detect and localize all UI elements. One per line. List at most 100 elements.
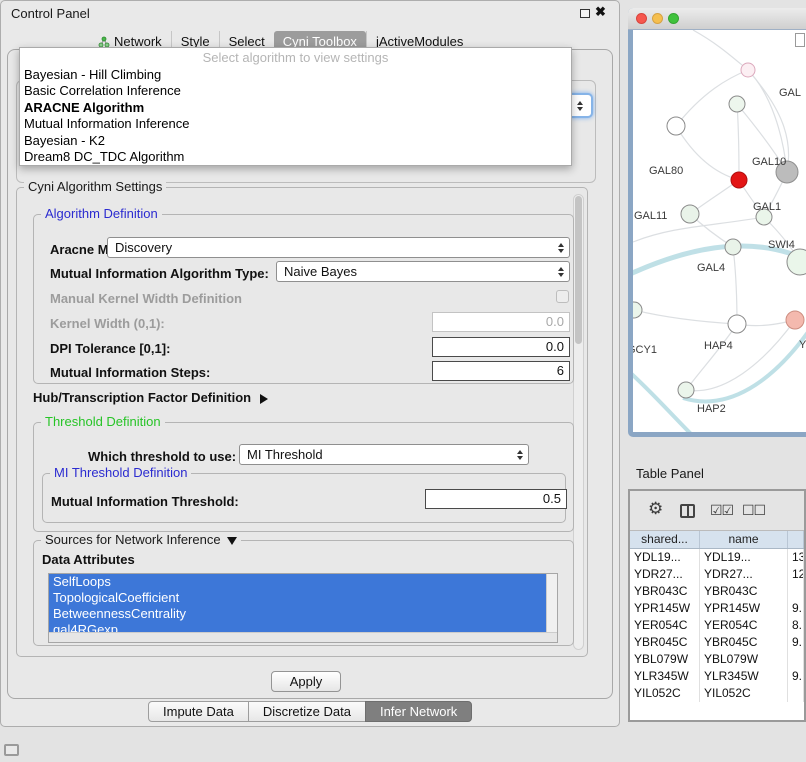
collapse-down-icon (227, 537, 237, 545)
column-header-name[interactable]: name (700, 531, 788, 548)
table-row[interactable]: YLR345W YLR345W 9. (630, 668, 804, 685)
sources-toggle[interactable]: Sources for Network Inference (41, 532, 241, 547)
attribute-item-topologicalcoefficient[interactable]: TopologicalCoefficient (49, 590, 546, 606)
cell-shared-name: YBL079W (630, 651, 700, 668)
kernel-width-label: Kernel Width (0,1): (50, 316, 165, 331)
which-threshold-combo[interactable]: MI Threshold (239, 444, 529, 465)
manual-kernel-checkbox[interactable] (556, 290, 569, 303)
dropdown-item-basic-correlation[interactable]: Basic Correlation Inference (20, 83, 571, 99)
settings-scrollbar[interactable] (573, 194, 584, 650)
node-gal11[interactable] (681, 205, 699, 223)
network-view-window: GAL GAL80 GAL10 GAL11 GAL1 SWI4 GAL4 GCY… (628, 8, 806, 437)
hub-section-toggle[interactable]: Hub/Transcription Factor Definition (33, 390, 268, 405)
network-canvas[interactable]: GAL GAL80 GAL10 GAL11 GAL1 SWI4 GAL4 GCY… (633, 30, 806, 432)
columns-icon[interactable] (680, 504, 695, 518)
node-y[interactable] (786, 311, 804, 329)
cell-extra: 8. (788, 617, 804, 634)
network-window-titlebar[interactable] (628, 8, 806, 30)
node-label: GAL10 (752, 156, 786, 168)
scrollbar-thumb[interactable] (575, 196, 582, 344)
mi-threshold-group: MI Threshold Definition Mutual Informati… (42, 473, 566, 523)
mi-type-label: Mutual Information Algorithm Type: (50, 266, 269, 281)
cell-name: YBR043C (700, 583, 788, 600)
cell-extra (788, 583, 804, 600)
cell-name: YPR145W (700, 600, 788, 617)
node-label: SWI4 (768, 239, 795, 251)
node-hap2[interactable] (678, 382, 694, 398)
table-row[interactable]: YDR27... YDR27... 12 (630, 566, 804, 583)
close-icon[interactable]: ✖ (595, 4, 606, 20)
control-panel-titlebar[interactable]: Control Panel ✖ (1, 1, 619, 25)
table-row[interactable]: YER054C YER054C 8. (630, 617, 804, 634)
float-window-icon[interactable] (580, 9, 590, 18)
node-label: GAL (779, 87, 801, 99)
close-traffic-light[interactable] (636, 13, 647, 24)
kernel-width-field[interactable]: 0.0 (432, 312, 570, 332)
tab-infer-network[interactable]: Infer Network (365, 701, 472, 722)
window-icon[interactable] (4, 744, 19, 756)
mi-steps-field[interactable]: 6 (432, 361, 570, 381)
maximize-traffic-light[interactable] (668, 13, 679, 24)
aracne-mode-combo[interactable]: Discovery (107, 237, 570, 258)
mi-threshold-label: Mutual Information Threshold: (51, 494, 239, 509)
dpi-tolerance-field[interactable]: 0.0 (432, 337, 570, 357)
dpi-tolerance-label: DPI Tolerance [0,1]: (50, 341, 170, 356)
columns-icon-divider (687, 506, 689, 516)
attribute-item-selfloops[interactable]: SelfLoops (49, 574, 546, 590)
tab-impute-data[interactable]: Impute Data (148, 701, 249, 722)
deselect-all-checkboxes-icon[interactable]: ☐☐ (742, 502, 765, 519)
apply-button[interactable]: Apply (271, 671, 341, 692)
table-row[interactable]: YIL052C YIL052C (630, 685, 804, 702)
table-row[interactable]: YBR045C YBR045C 9. (630, 634, 804, 651)
minimize-traffic-light[interactable] (652, 13, 663, 24)
attribute-item-gal4rgexp[interactable]: gal4RGexp (49, 622, 546, 632)
bottom-tab-bar: Impute Data Discretize Data Infer Networ… (148, 701, 472, 722)
sources-group: Sources for Network Inference Data Attri… (33, 540, 574, 646)
attributes-vertical-scrollbar[interactable] (546, 574, 557, 632)
mi-type-combo[interactable]: Naive Bayes (276, 261, 570, 282)
tab-discretize-data[interactable]: Discretize Data (248, 701, 366, 722)
gear-icon[interactable]: ⚙ (648, 499, 663, 519)
column-header-extra[interactable] (788, 531, 804, 548)
dropdown-item-aracne[interactable]: ARACNE Algorithm (20, 100, 571, 116)
dropdown-item-bayesian-hill-climbing[interactable]: Bayesian - Hill Climbing (20, 67, 571, 83)
node-gcy1[interactable] (633, 302, 642, 318)
network-scrollbar-fragment[interactable] (795, 33, 805, 47)
node-label: GAL4 (697, 262, 725, 274)
table-row[interactable]: YBR043C YBR043C (630, 583, 804, 600)
node[interactable] (741, 63, 755, 77)
table-row[interactable]: YPR145W YPR145W 9. (630, 600, 804, 617)
attributes-horizontal-scrollbar[interactable] (49, 632, 557, 642)
column-header-shared-name[interactable]: shared... (630, 531, 700, 548)
combo-value: Naive Bayes (284, 262, 357, 281)
network-graph: GAL GAL80 GAL10 GAL11 GAL1 SWI4 GAL4 GCY… (633, 30, 806, 432)
node-gal10[interactable] (731, 172, 747, 188)
threshold-definition-group: Threshold Definition Which threshold to … (33, 422, 574, 532)
node-hap4[interactable] (728, 315, 746, 333)
attribute-item-betweennesscentrality[interactable]: BetweennessCentrality (49, 606, 546, 622)
combo-arrows-icon (558, 238, 564, 257)
table-header-row: shared... name (630, 531, 804, 549)
dropdown-item-mutual-information[interactable]: Mutual Information Inference (20, 116, 571, 132)
node-gal4[interactable] (725, 239, 741, 255)
expand-right-icon (260, 394, 268, 404)
node-gal80[interactable] (667, 117, 685, 135)
group-title: Algorithm Definition (41, 206, 162, 221)
window-title: Control Panel (11, 6, 90, 21)
algorithm-dropdown-popup: Select algorithm to view settings Bayesi… (19, 47, 572, 166)
combo-down-arrow-icon (577, 107, 583, 111)
combo-arrows-icon (558, 262, 564, 281)
mi-threshold-field[interactable]: 0.5 (425, 489, 567, 509)
table-row[interactable]: YDL19... YDL19... 13 (630, 549, 804, 566)
node-label: HAP4 (704, 340, 733, 352)
cell-extra: 9. (788, 634, 804, 651)
table-row[interactable]: YBL079W YBL079W (630, 651, 804, 668)
dropdown-item-bayesian-k2[interactable]: Bayesian - K2 (20, 133, 571, 149)
select-all-checkboxes-icon[interactable]: ☑☑ (710, 502, 733, 519)
combo-up-arrow-icon (577, 101, 583, 105)
cell-shared-name: YLR345W (630, 668, 700, 685)
dropdown-item-dream8[interactable]: Dream8 DC_TDC Algorithm (20, 149, 571, 165)
node[interactable] (729, 96, 745, 112)
cell-shared-name: YIL052C (630, 685, 700, 702)
which-threshold-label: Which threshold to use: (88, 449, 236, 464)
